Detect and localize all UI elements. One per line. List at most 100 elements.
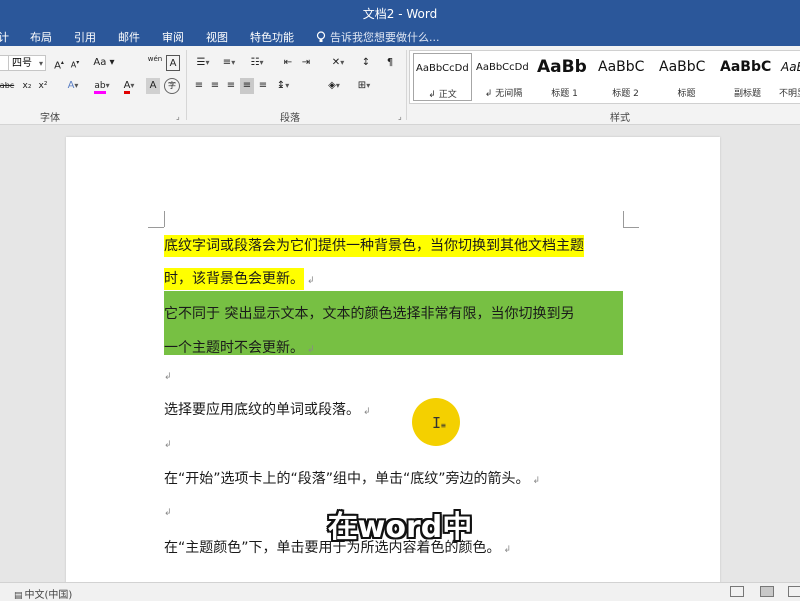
paragraph-step-2[interactable]: 在“开始”选项卡上的“段落”组中，单击“底纹”旁边的箭头。 ↲	[164, 468, 540, 488]
grow-font-button[interactable]: A▴	[52, 55, 66, 71]
borders-button[interactable]: ⊞▾	[352, 78, 376, 94]
style-normal[interactable]: AaBbCcDd ↲ 正文	[413, 53, 472, 101]
change-case-icon: Aa	[93, 57, 107, 68]
paragraph-mark: ↲	[363, 407, 371, 417]
shading-button[interactable]: ◈▾	[322, 78, 346, 94]
paragraph-mark: ↲	[307, 276, 315, 286]
tab-design[interactable]: 计	[0, 29, 9, 45]
justify-button[interactable]: ≡	[240, 78, 254, 94]
lightbulb-icon	[316, 31, 326, 42]
tell-me-box[interactable]: 告诉我您想要做什么...	[316, 29, 440, 45]
bullets-button[interactable]: ☰▾	[192, 55, 214, 71]
tab-review[interactable]: 审阅	[162, 29, 184, 45]
highlighted-text-line-1: 底纹字词或段落会为它们提供一种背景色，当你切换到其他文档主题	[164, 235, 584, 257]
paragraph-mark-icon: ¶	[386, 57, 394, 68]
paragraph-mark: ↲	[532, 476, 541, 486]
style-name: ↲ 无间隔	[484, 89, 523, 99]
tab-layout[interactable]: 布局	[30, 29, 52, 45]
print-layout-icon[interactable]	[760, 586, 774, 597]
highlighter-icon: ab	[94, 81, 106, 94]
paragraph-shaded-cont[interactable]: 一个主题时不会更新。 ↲	[164, 337, 315, 357]
paragraph-step-1[interactable]: 选择要应用底纹的单词或段落。 ↲	[164, 399, 371, 419]
video-subtitle: 在word中	[327, 510, 473, 545]
margin-corner-mark	[623, 227, 639, 228]
status-bar: ▤ 中文(中国)	[0, 582, 800, 601]
decrease-indent-button[interactable]: ⇤	[280, 55, 296, 71]
font-group-label: 字体	[40, 113, 60, 124]
tab-mailings[interactable]: 邮件	[118, 29, 140, 45]
title-bar: 文档2 - Word	[0, 0, 800, 26]
shaded-text-line-1[interactable]: 它不同于 突出显示文本，文本的颜色选择非常有限，当你切换到另	[164, 303, 574, 323]
font-color-button[interactable]: A▾	[118, 78, 140, 94]
style-name: 标题	[677, 89, 696, 99]
sort-button[interactable]: ↕	[358, 55, 374, 71]
align-center-button[interactable]: ≡	[208, 78, 222, 94]
style-subtitle[interactable]: AaBbC 副标题	[718, 53, 777, 101]
style-heading-2[interactable]: AaBbC 标题 2	[596, 53, 655, 101]
highlighted-text-line-2: 时，该背景色会更新。	[164, 268, 304, 290]
style-name: 副标题	[733, 89, 761, 99]
font-size-combo[interactable]: 四号 ▾	[8, 55, 46, 71]
superscript-button[interactable]: x²	[36, 78, 50, 94]
line-spacing-icon: ↨	[276, 80, 286, 91]
style-sample: AaBbCcDd	[476, 62, 529, 73]
language-indicator[interactable]: ▤ 中文(中国)	[14, 586, 72, 601]
enclose-characters-button[interactable]: 字	[164, 78, 180, 94]
increase-indent-icon: ⇥	[301, 57, 311, 68]
style-name: 标题 1	[551, 89, 578, 99]
paragraph-highlighted[interactable]: 底纹字词或段落会为它们提供一种背景色，当你切换到其他文档主题	[164, 235, 584, 257]
phonetic-guide-button[interactable]: wén	[145, 55, 165, 71]
asian-layout-button[interactable]: ✕▾	[326, 55, 350, 71]
styles-gallery: AaBbCcDd ↲ 正文 AaBbCcDd ↲ 无间隔 AaBb 标题 1 A…	[409, 50, 800, 104]
distributed-icon: ≡	[258, 80, 268, 91]
numbering-button[interactable]: ≡▾	[218, 55, 240, 71]
language-label: 中文(中国)	[24, 590, 73, 601]
shrink-font-button[interactable]: A▾	[68, 55, 82, 71]
character-shading-button[interactable]: A	[146, 78, 160, 94]
empty-paragraph[interactable]: ↲	[164, 435, 172, 451]
ibeam-cursor-icon: I≡	[432, 414, 446, 432]
ribbon: ▾ 四号▾ A▴ A▾ Aa ▾ wén A abc x₂ x² A▾ ab▾ …	[0, 46, 800, 125]
group-divider	[186, 50, 187, 120]
highlight-color-button[interactable]: ab▾	[90, 78, 114, 94]
style-name: ↲ 正文	[428, 90, 457, 100]
distributed-button[interactable]: ≡	[256, 78, 270, 94]
read-mode-icon[interactable]	[730, 586, 744, 597]
show-marks-button[interactable]: ¶	[382, 55, 398, 71]
style-heading-1[interactable]: AaBb 标题 1	[535, 53, 594, 101]
empty-paragraph[interactable]: ↲	[164, 367, 172, 383]
change-case-button[interactable]: Aa ▾	[92, 55, 116, 71]
asian-layout-icon: ✕	[331, 57, 341, 68]
tab-special-features[interactable]: 特色功能	[250, 29, 294, 45]
font-dialog-launcher-icon[interactable]: ⌟	[176, 112, 180, 121]
tab-view[interactable]: 视图	[206, 29, 228, 45]
margin-corner-mark	[148, 227, 164, 228]
paragraph-text: 选择要应用底纹的单词或段落。	[164, 402, 360, 418]
ribbon-tabs: 计 布局 引用 邮件 审阅 视图 特色功能 告诉我您想要做什么...	[0, 26, 800, 46]
style-name: 标题 2	[612, 89, 639, 99]
font-size-value: 四号	[12, 58, 32, 69]
text-effects-button[interactable]: A▾	[62, 78, 84, 94]
style-subtle-emphasis[interactable]: AaBb 不明显	[779, 53, 800, 101]
line-spacing-button[interactable]: ↨▾	[272, 78, 294, 94]
style-no-spacing[interactable]: AaBbCcDd ↲ 无间隔	[474, 53, 533, 101]
web-layout-icon[interactable]	[788, 586, 800, 597]
style-sample: AaBb	[781, 60, 800, 74]
increase-indent-button[interactable]: ⇥	[298, 55, 314, 71]
align-center-icon: ≡	[210, 80, 220, 91]
strikethrough-button[interactable]: abc	[0, 78, 16, 94]
subscript-button[interactable]: x₂	[20, 78, 34, 94]
paragraph-highlighted-cont[interactable]: 时，该背景色会更新。 ↲	[164, 268, 315, 292]
subscript-icon: x₂	[22, 81, 32, 91]
align-right-button[interactable]: ≡	[224, 78, 238, 94]
style-title[interactable]: AaBbC 标题	[657, 53, 716, 101]
margin-corner-mark	[623, 211, 624, 227]
tell-me-placeholder: 告诉我您想要做什么...	[330, 31, 440, 44]
paragraph-mark: ↲	[164, 372, 172, 382]
style-sample: AaBbC	[598, 59, 645, 75]
multilevel-list-button[interactable]: ☷▾	[246, 55, 268, 71]
align-left-button[interactable]: ≡	[192, 78, 206, 94]
character-border-button[interactable]: A	[166, 55, 180, 71]
tab-references[interactable]: 引用	[74, 29, 96, 45]
paragraph-dialog-launcher-icon[interactable]: ⌟	[398, 112, 402, 121]
